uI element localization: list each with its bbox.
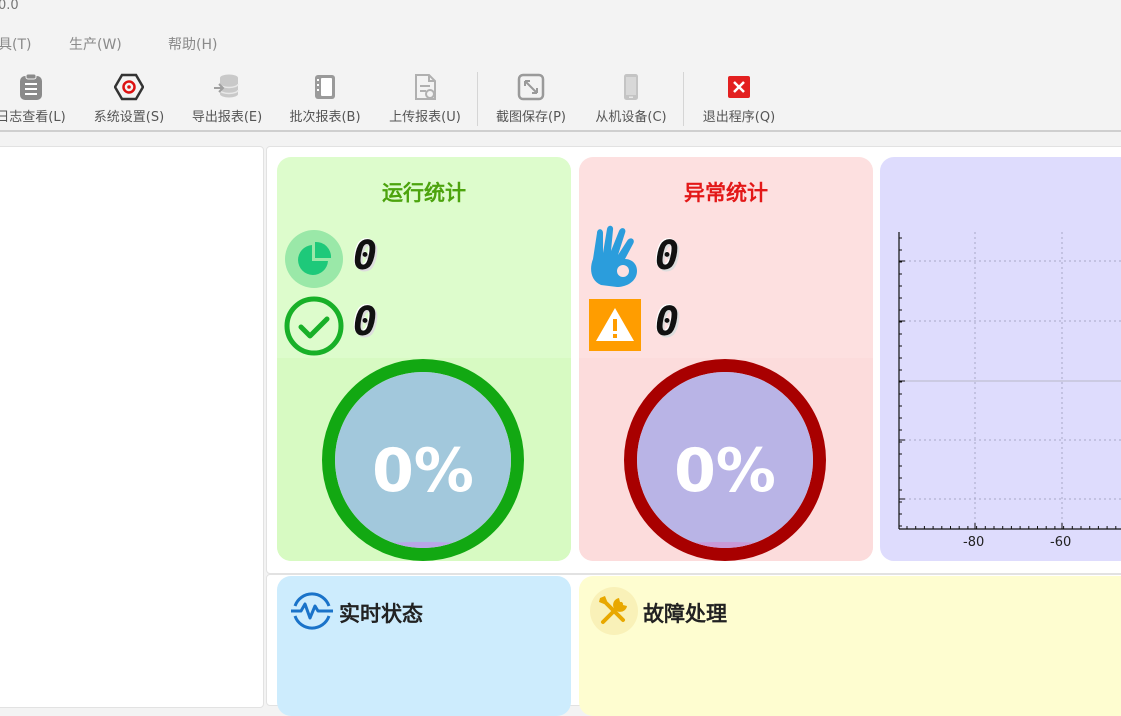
exit-program-button[interactable]: 退出程序(Q) (694, 66, 784, 130)
fault-handling-title: 故障处理 (643, 602, 727, 626)
ok-hand-icon (591, 225, 637, 287)
close-icon (728, 76, 750, 98)
abnormal-progress-ring: 0% (624, 359, 826, 561)
menu-tools[interactable]: 具(T) (0, 34, 31, 54)
pulse-monitor-icon (291, 592, 333, 630)
run-stats-title: 运行统计 (382, 181, 466, 205)
database-export-icon (214, 74, 239, 98)
run-percent: 0% (372, 436, 474, 506)
tools-icon (590, 587, 638, 635)
system-settings-button[interactable]: 系统设置(S) (86, 66, 172, 130)
batch-report-label: 批次报表(B) (289, 110, 361, 125)
abnormal-percent: 0% (674, 436, 776, 506)
toolbar-divider (0, 130, 1121, 132)
screenshot-save-label: 截图保存(P) (496, 110, 566, 125)
batch-report-button[interactable]: 批次报表(B) (282, 66, 368, 130)
ok-count-digit: 0 (353, 299, 378, 345)
slave-device-label: 从机设备(C) (595, 110, 667, 125)
mobile-device-icon (624, 74, 638, 100)
run-stats-card: 运行统计 0 0 0% (277, 157, 571, 561)
x-tick-label: -80 (963, 535, 985, 550)
toolbar-separator (477, 72, 478, 126)
realtime-status-card: 实时状态 (277, 576, 571, 716)
exit-program-label: 退出程序(Q) (702, 110, 776, 125)
export-report-label: 导出报表(E) (191, 110, 263, 125)
fault-handling-card: 故障处理 (579, 576, 1121, 716)
abnormal-count-b-digit: 0 (655, 299, 680, 345)
total-count-digit: 0 (353, 233, 378, 279)
menu-bar: 具(T) 生产(W) 帮助(H) (0, 26, 1121, 60)
chart-card: -80 -60 (880, 157, 1121, 561)
pie-chart-icon (285, 230, 343, 288)
log-view-button[interactable]: 日志查看(L) (0, 66, 72, 130)
hexagon-gear-icon (114, 73, 144, 101)
x-tick-label: -60 (1050, 535, 1072, 550)
check-circle-icon (284, 296, 344, 356)
upload-report-button[interactable]: 上传报表(U) (380, 66, 470, 130)
notebook-icon (315, 75, 335, 99)
abnormal-fill-level (677, 542, 773, 548)
abnormal-stats-card: 异常统计 0 0 0% (579, 157, 873, 561)
abnormal-count-a-digit: 0 (655, 233, 680, 279)
export-report-button[interactable]: 导出报表(E) (184, 66, 270, 130)
toolbar: 日志查看(L) 系统设置(S) 导出报表(E) 批次报表(B) 上传报表(U) … (0, 66, 1121, 130)
window-title-bar: 0.0 (0, 0, 1121, 20)
menu-production[interactable]: 生产(W) (69, 34, 122, 54)
run-progress-ring: 0% (322, 359, 524, 561)
left-panel (0, 146, 264, 708)
window-title: 0.0 (0, 0, 19, 13)
upload-report-label: 上传报表(U) (389, 110, 461, 125)
abnormal-stats-title: 异常统计 (684, 181, 768, 205)
toolbar-separator (683, 72, 684, 126)
slave-device-button[interactable]: 从机设备(C) (586, 66, 676, 130)
run-fill-level (375, 542, 471, 548)
realtime-status-title: 实时状态 (339, 602, 423, 626)
log-view-label: 日志查看(L) (0, 110, 66, 125)
clipboard-icon (20, 73, 42, 100)
document-upload-icon (415, 74, 436, 100)
screenshot-save-button[interactable]: 截图保存(P) (487, 66, 575, 130)
menu-help[interactable]: 帮助(H) (168, 34, 217, 54)
warning-icon (589, 299, 641, 351)
screenshot-icon (517, 73, 545, 101)
chart-plot (898, 232, 1121, 530)
system-settings-label: 系统设置(S) (93, 110, 165, 125)
